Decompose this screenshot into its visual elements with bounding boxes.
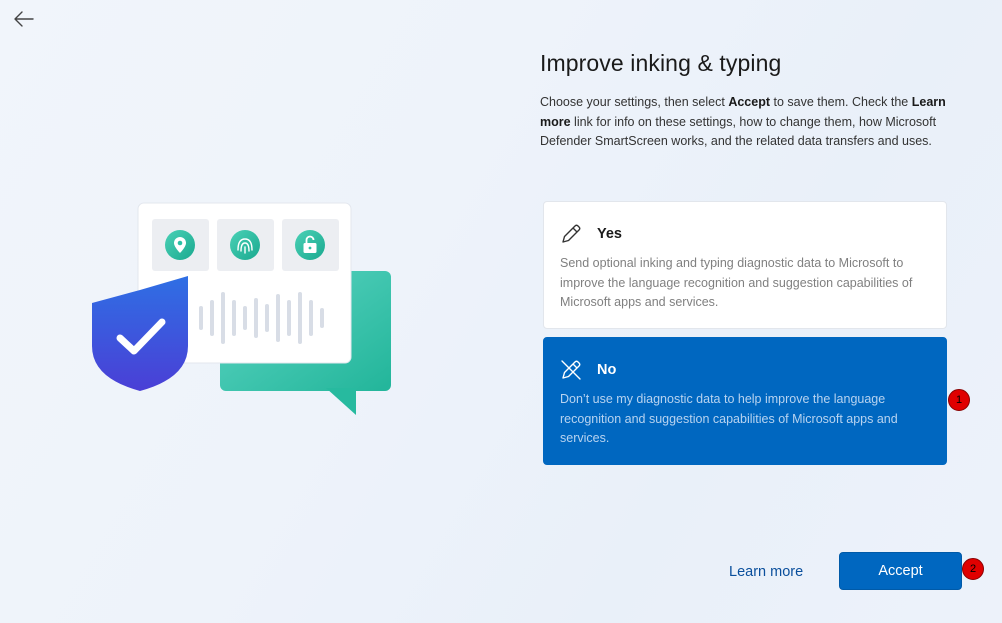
fingerprint-icon xyxy=(230,230,260,260)
back-button[interactable] xyxy=(12,8,36,30)
privacy-illustration xyxy=(92,202,391,415)
lock-icon xyxy=(295,230,325,260)
option-yes-description: Send optional inking and typing diagnost… xyxy=(560,256,913,309)
option-no-title: No xyxy=(597,362,617,378)
pen-crossed-icon xyxy=(561,360,581,380)
option-yes[interactable]: Yes Send optional inking and typing diag… xyxy=(543,201,947,329)
annotation-marker-1: 1 xyxy=(948,389,970,411)
option-no-description: Don’t use my diagnostic data to help imp… xyxy=(560,392,898,445)
accept-bold-text: Accept xyxy=(728,95,770,109)
page-description: Choose your settings, then select Accept… xyxy=(540,95,946,148)
shield-check-icon xyxy=(92,276,188,391)
page-title: Improve inking & typing xyxy=(540,50,782,76)
back-arrow-icon xyxy=(14,11,34,27)
option-yes-title: Yes xyxy=(597,226,622,242)
pen-icon xyxy=(562,224,581,243)
location-pin-icon xyxy=(165,230,195,260)
learn-more-link[interactable]: Learn more xyxy=(729,564,803,580)
annotation-marker-2: 2 xyxy=(962,558,984,580)
option-no[interactable]: No Don’t use my diagnostic data to help … xyxy=(543,337,947,465)
accept-button[interactable]: Accept xyxy=(839,552,962,590)
